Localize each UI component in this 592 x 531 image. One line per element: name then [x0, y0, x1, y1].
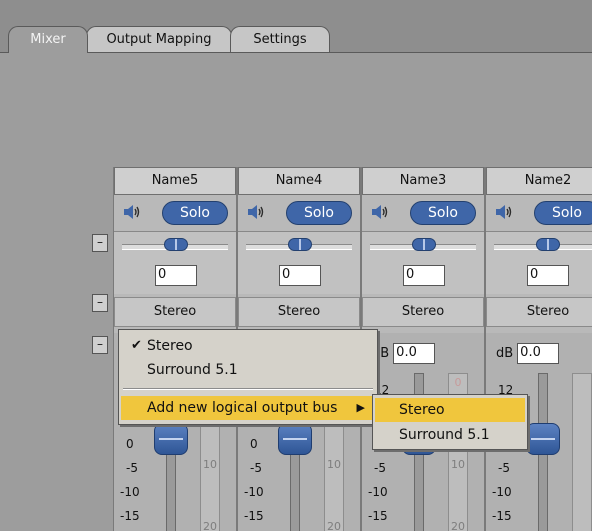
output-bus-button[interactable]: Stereo — [238, 297, 360, 327]
meter-scale-label: 20 — [203, 520, 217, 531]
fader-scale-label: -5 — [374, 461, 386, 475]
speaker-icon[interactable] — [122, 202, 142, 222]
fader-knob[interactable] — [526, 423, 560, 455]
fader-knob[interactable] — [154, 423, 188, 455]
pan-slider-knob[interactable] — [536, 238, 560, 251]
solo-button[interactable]: Solo — [534, 201, 592, 225]
tab-settings[interactable]: Settings — [230, 26, 330, 52]
speaker-icon[interactable] — [494, 202, 514, 222]
pan-value-field[interactable]: 0 — [279, 265, 321, 286]
fader-scale-label: -15 — [244, 509, 264, 523]
channel-name[interactable]: Name3 — [362, 167, 484, 195]
fader-scale-label: 0 — [126, 437, 134, 451]
output-bus-button[interactable]: Stereo — [486, 297, 592, 327]
pan-value-field[interactable]: 0 — [527, 265, 569, 286]
channel-name[interactable]: Name5 — [114, 167, 236, 195]
tab-bar: Mixer Output Mapping Settings — [0, 0, 592, 53]
fader-scale-label: -10 — [368, 485, 388, 499]
menu-item-add-output-bus[interactable]: Add new logical output bus ▶ — [121, 396, 375, 420]
pan-section: 0 — [486, 231, 592, 294]
collapse-fader-button[interactable]: – — [92, 336, 108, 354]
speaker-icon[interactable] — [246, 202, 266, 222]
fader-scale-label: -15 — [368, 509, 388, 523]
gain-row: dB 0.0 — [496, 343, 560, 364]
fader-scale-label: -5 — [250, 461, 262, 475]
pan-value-field[interactable]: 0 — [155, 265, 197, 286]
tab-mixer[interactable]: Mixer — [8, 26, 88, 53]
speaker-icon[interactable] — [370, 202, 390, 222]
pan-slider-knob[interactable] — [412, 238, 436, 251]
tab-output-mapping[interactable]: Output Mapping — [86, 26, 232, 52]
gain-value-field[interactable]: 0.0 — [517, 343, 560, 364]
collapse-output-button[interactable]: – — [92, 294, 108, 312]
fader-scale-label: -10 — [244, 485, 264, 499]
menu-separator — [123, 388, 373, 390]
solo-button[interactable]: Solo — [162, 201, 228, 225]
channel-name[interactable]: Name4 — [238, 167, 360, 195]
fader-scale-label: 0 — [250, 437, 258, 451]
fader-scale-label: -15 — [492, 509, 512, 523]
fader-scale-label: -10 — [120, 485, 140, 499]
pan-slider-knob[interactable] — [164, 238, 188, 251]
pan-value-field[interactable]: 0 — [403, 265, 445, 286]
gain-value-field[interactable]: 0.0 — [393, 343, 436, 364]
level-meter — [572, 373, 592, 531]
pan-slider-knob[interactable] — [288, 238, 312, 251]
meter-scale-label: 0 — [454, 376, 462, 389]
add-bus-submenu: Stereo Surround 5.1 — [372, 394, 528, 450]
fader-scale-label: -10 — [492, 485, 512, 499]
menu-item-stereo[interactable]: ✔ Stereo — [121, 334, 375, 358]
pan-section: 0 — [114, 231, 236, 294]
fader-scale-label: -5 — [126, 461, 138, 475]
triangle-right-icon: ▶ — [356, 401, 365, 414]
submenu-item-stereo[interactable]: Stereo — [375, 398, 525, 422]
channel-strip: Name3 Solo 0 Stereo dB0.0 12 0 -5 -10 -1… — [361, 167, 485, 531]
fader-knob[interactable] — [278, 423, 312, 455]
solo-button[interactable]: Solo — [286, 201, 352, 225]
meter-scale-label: 10 — [203, 458, 217, 471]
collapse-pan-button[interactable]: – — [92, 234, 108, 252]
channel-name[interactable]: Name2 — [486, 167, 592, 195]
gain-row: dB 0.0 — [372, 343, 436, 364]
meter-scale-label: 20 — [451, 520, 465, 531]
fader-scale-label: -15 — [120, 509, 140, 523]
menu-item-surround[interactable]: Surround 5.1 — [121, 358, 375, 382]
checkmark-icon: ✔ — [131, 338, 142, 353]
pan-section: 0 — [238, 231, 360, 294]
output-bus-context-menu: ✔ Stereo Surround 5.1 Add new logical out… — [118, 329, 378, 425]
fader-scale-label: -5 — [498, 461, 510, 475]
meter-scale-label: 10 — [451, 458, 465, 471]
output-bus-button[interactable]: Stereo — [362, 297, 484, 327]
submenu-item-surround[interactable]: Surround 5.1 — [375, 423, 525, 447]
meter-scale-label: 10 — [327, 458, 341, 471]
meter-scale-label: 20 — [327, 520, 341, 531]
db-label: dB — [496, 346, 514, 361]
output-bus-button[interactable]: Stereo — [114, 297, 236, 327]
channel-strip: Name2 Solo 0 Stereo dB 0.0 12 -5 -10 -15 — [485, 167, 592, 531]
solo-button[interactable]: Solo — [410, 201, 476, 225]
pan-section: 0 — [362, 231, 484, 294]
